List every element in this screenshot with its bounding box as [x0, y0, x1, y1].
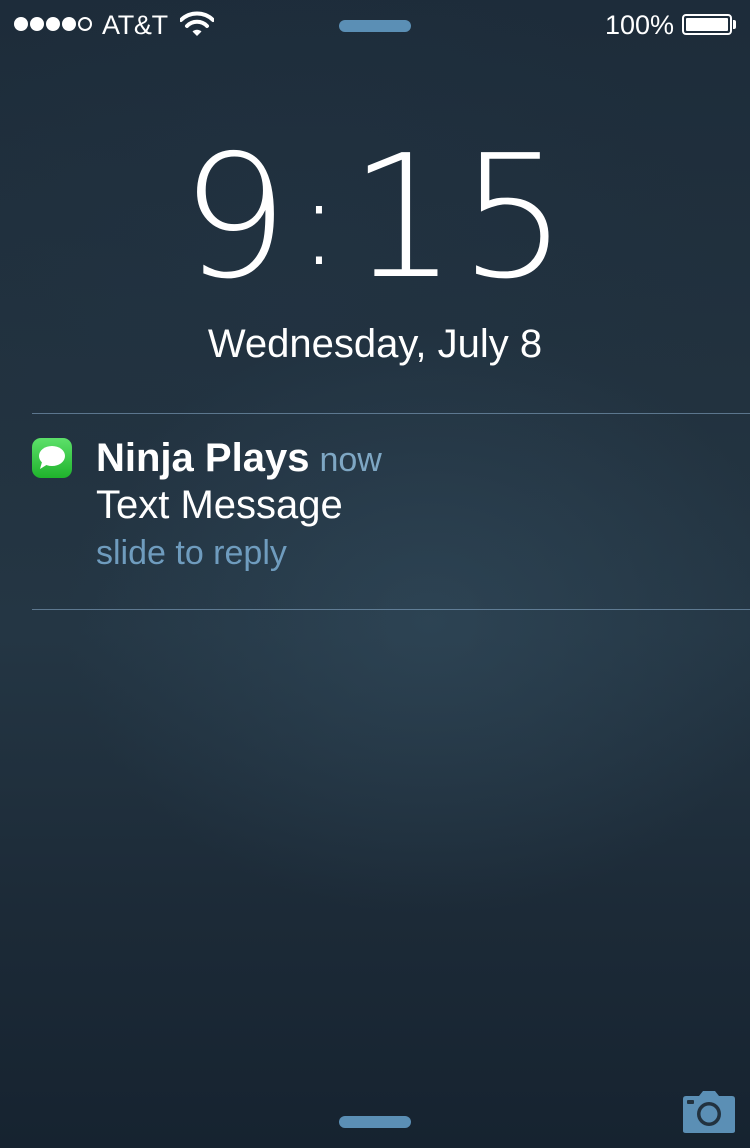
wifi-icon: [179, 11, 215, 42]
lock-date: Wednesday, July 8: [207, 322, 543, 366]
notification-divider-bottom: [32, 609, 750, 610]
messages-icon: [32, 438, 72, 478]
battery-percentage: 100%: [604, 10, 674, 40]
clock-colon: :: [298, 154, 342, 293]
notification-divider-top: [32, 413, 750, 414]
notification-time: now: [319, 441, 382, 479]
camera-icon[interactable]: [682, 1090, 736, 1139]
battery-tip: [733, 20, 736, 29]
clock-minutes: 15: [349, 119, 570, 317]
signal-dot: [30, 17, 44, 31]
slide-to-reply[interactable]: slide to reply: [96, 532, 287, 574]
battery-icon: [682, 14, 732, 35]
notification-center-grabber[interactable]: [339, 20, 411, 32]
notification-sender: Ninja Plays: [96, 436, 310, 480]
carrier-name: AT&T: [102, 10, 168, 40]
signal-dot: [14, 17, 28, 31]
clock-hours: 9: [180, 119, 291, 317]
battery-fill: [686, 18, 728, 31]
lock-screen: AT&T 100% 9:15 Wednesday, July 8 Ninja P…: [0, 0, 750, 1148]
signal-dot: [62, 17, 76, 31]
control-center-grabber[interactable]: [339, 1116, 411, 1128]
status-bar: AT&T 100%: [0, 0, 750, 50]
notification-header[interactable]: Ninja Plays now: [96, 434, 382, 484]
signal-dot: [78, 17, 92, 31]
signal-strength-icon: [14, 17, 92, 33]
signal-dot: [46, 17, 60, 31]
lock-clock: 9:15: [0, 128, 750, 326]
notification-body[interactable]: Text Message: [96, 481, 343, 529]
